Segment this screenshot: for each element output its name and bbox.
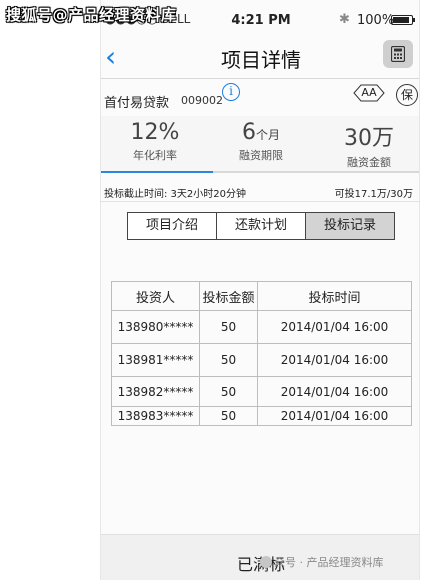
cell-amount: 50 bbox=[199, 310, 258, 344]
col-header-investor: 投资人 bbox=[111, 281, 200, 311]
phone-screen: ●●●○○ BELL 4:21 PM ✱ 100% ‹ 项目详情 首付易贷款 0… bbox=[100, 0, 420, 580]
table-row: 138983***** 50 2014/01/04 16:00 bbox=[111, 406, 412, 426]
bluetooth-icon: ✱ bbox=[339, 12, 350, 27]
watermark-bottom-text: 众号 · 产品经理资料库 bbox=[274, 556, 384, 569]
stat-rate: 12% 年化利率 bbox=[105, 120, 205, 163]
stats-panel: 12% 年化利率 6个月 融资期限 30万 融资金额 bbox=[101, 116, 419, 172]
stat-rate-label: 年化利率 bbox=[133, 149, 177, 162]
stat-term-value: 6 bbox=[241, 120, 256, 145]
product-row: 首付易贷款 009002 i AA 保 bbox=[101, 80, 419, 114]
stat-amount-label: 融资金额 bbox=[347, 156, 391, 169]
cell-time: 2014/01/04 16:00 bbox=[257, 406, 412, 426]
cell-time: 2014/01/04 16:00 bbox=[257, 343, 412, 377]
page-title: 项目详情 bbox=[221, 48, 301, 72]
stat-term-unit: 个月 bbox=[255, 128, 280, 142]
battery-percent: 100% bbox=[357, 13, 395, 28]
cell-amount: 50 bbox=[199, 376, 258, 407]
cell-investor: 138980***** bbox=[111, 310, 200, 344]
nav-bar: ‹ 项目详情 bbox=[101, 36, 419, 78]
guarantee-badge[interactable]: 保 bbox=[396, 84, 418, 106]
cell-investor: 138983***** bbox=[111, 406, 200, 426]
font-size-label: AA bbox=[361, 86, 377, 99]
stat-term: 6个月 融资期限 bbox=[211, 120, 311, 163]
deadline-text: 投标截止时间: 3天2小时20分钟 bbox=[104, 189, 246, 200]
cell-investor: 138982***** bbox=[111, 376, 200, 407]
table-row: 138980***** 50 2014/01/04 16:00 bbox=[111, 310, 412, 344]
font-size-button[interactable]: AA bbox=[353, 84, 385, 102]
stat-term-label: 融资期限 bbox=[239, 149, 283, 162]
cell-time: 2014/01/04 16:00 bbox=[257, 376, 412, 407]
info-icon[interactable]: i bbox=[222, 83, 240, 101]
tab-bid-records[interactable]: 投标记录 bbox=[306, 213, 394, 239]
battery-icon bbox=[391, 15, 415, 25]
tab-repayment-plan[interactable]: 还款计划 bbox=[217, 213, 306, 239]
stat-rate-value: 12% bbox=[130, 120, 180, 145]
funding-progress-bar bbox=[101, 171, 419, 173]
col-header-amount: 投标金额 bbox=[199, 281, 258, 311]
deadline-row: 投标截止时间: 3天2小时20分钟 可投17.1万/30万 bbox=[101, 176, 419, 202]
product-code: 009002 bbox=[181, 94, 223, 107]
table-header-row: 投资人 投标金额 投标时间 bbox=[111, 281, 412, 311]
tab-project-intro[interactable]: 项目介绍 bbox=[128, 213, 217, 239]
wechat-icon bbox=[260, 556, 272, 568]
stat-amount: 30万 融资金额 bbox=[319, 120, 419, 170]
product-name: 首付易贷款 bbox=[104, 96, 170, 111]
bid-records-table: 投资人 投标金额 投标时间 138980***** 50 2014/01/04 … bbox=[111, 281, 412, 426]
watermark-bottom: 众号 · 产品经理资料库 bbox=[260, 554, 384, 570]
calculator-icon bbox=[391, 46, 405, 62]
available-amount: 可投17.1万/30万 bbox=[334, 189, 413, 200]
nav-divider bbox=[101, 78, 419, 79]
cell-time: 2014/01/04 16:00 bbox=[257, 310, 412, 344]
cell-amount: 50 bbox=[199, 406, 258, 426]
calculator-button[interactable] bbox=[383, 40, 413, 68]
col-header-time: 投标时间 bbox=[257, 281, 412, 311]
cell-investor: 138981***** bbox=[111, 343, 200, 377]
table-row: 138982***** 50 2014/01/04 16:00 bbox=[111, 376, 412, 407]
detail-tabs: 项目介绍 还款计划 投标记录 bbox=[127, 212, 395, 240]
table-row: 138981***** 50 2014/01/04 16:00 bbox=[111, 343, 412, 377]
watermark-top: 搜狐号@产品经理资料库 bbox=[6, 6, 177, 24]
cell-amount: 50 bbox=[199, 343, 258, 377]
funding-progress-fill bbox=[101, 171, 213, 173]
stat-amount-value: 30万 bbox=[344, 126, 394, 151]
